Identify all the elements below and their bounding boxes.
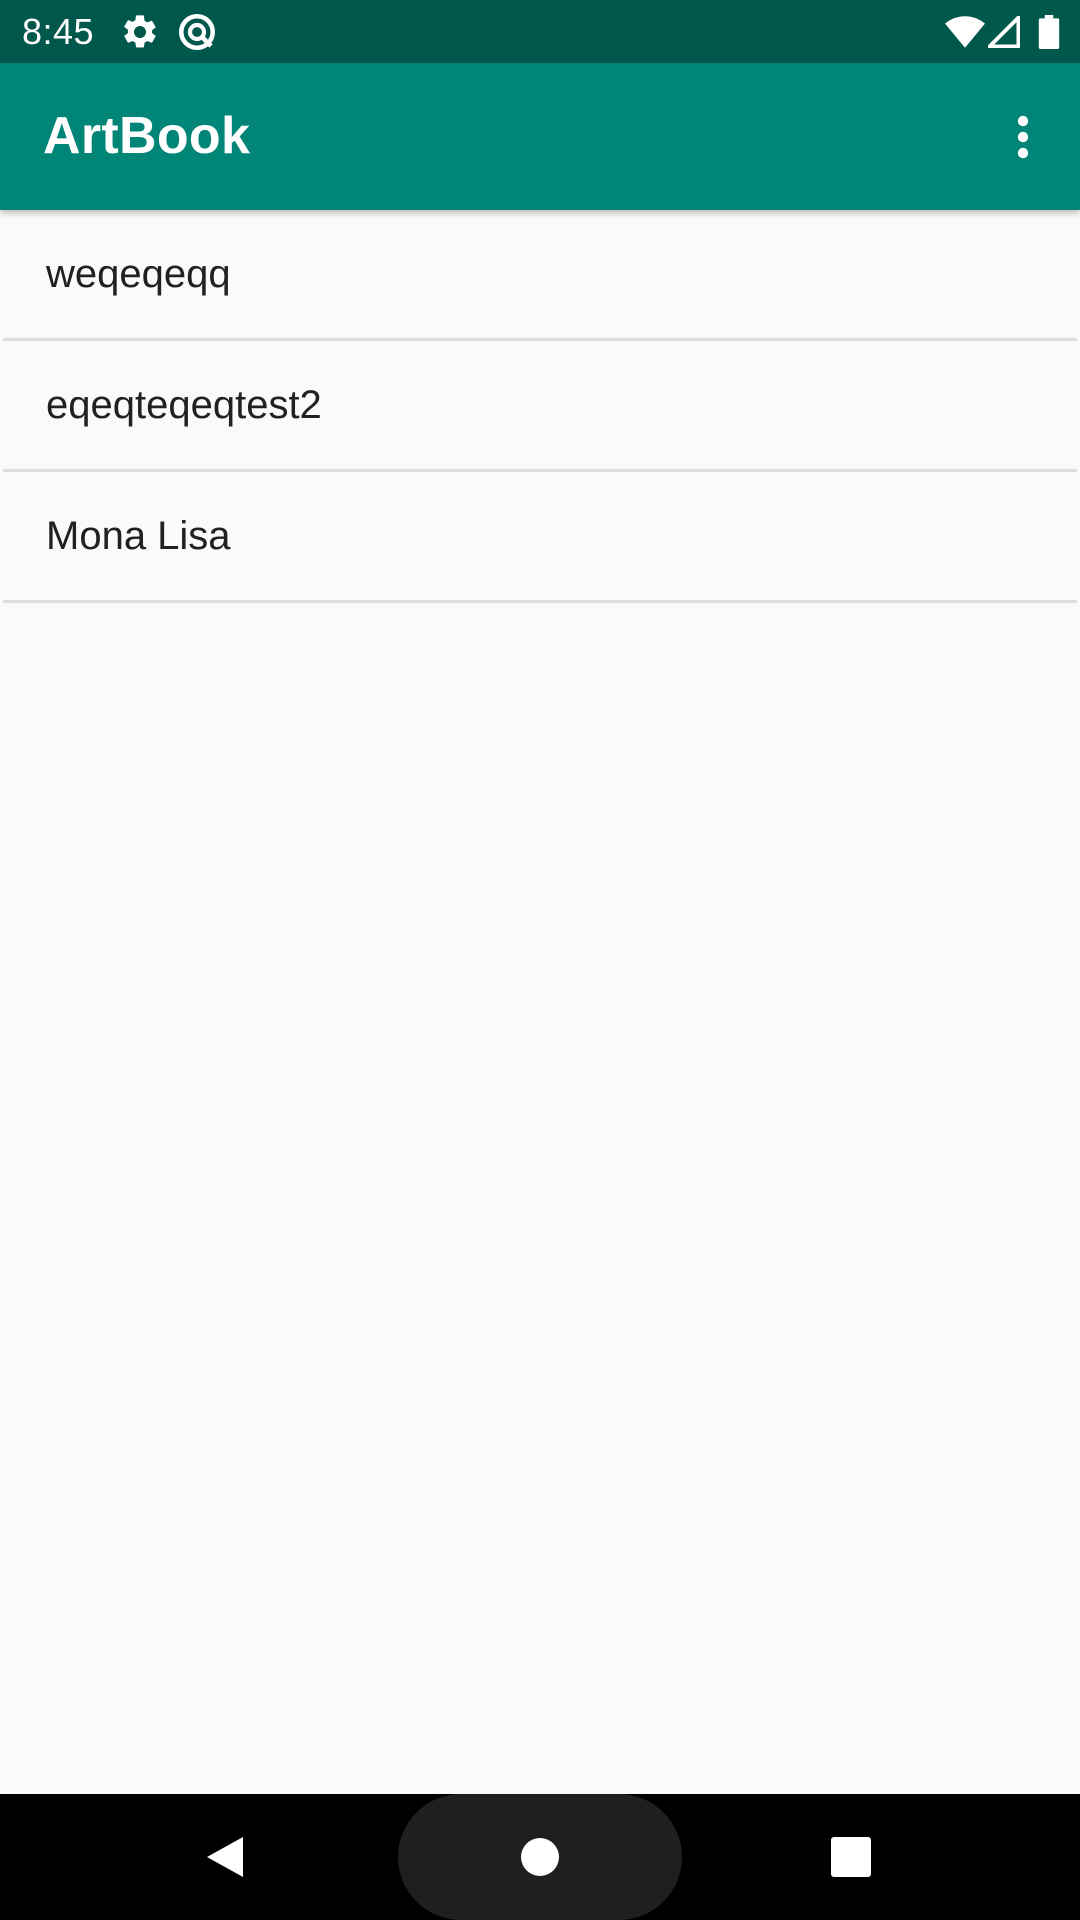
data-saver-icon [176,0,218,63]
art-list: weqeqeqq eqeqteqeqtest2 Mona Lisa [0,210,1080,603]
list-item[interactable]: weqeqeqq [3,210,1077,341]
home-icon[interactable] [495,1794,585,1920]
list-item-label: eqeqteqeqtest2 [46,383,322,427]
recents-icon[interactable] [806,1794,896,1920]
status-bar: 8:45 [0,0,1080,63]
cell-signal-icon [988,0,1020,63]
app-bar: ArtBook [0,63,1080,210]
list-item[interactable]: Mona Lisa [3,472,1077,603]
wifi-icon [944,0,986,63]
settings-icon [120,0,160,63]
navigation-bar [0,1794,1080,1920]
list-item[interactable]: eqeqteqeqtest2 [3,341,1077,472]
back-icon[interactable] [180,1794,270,1920]
list-item-label: Mona Lisa [46,514,231,558]
status-time: 8:45 [22,11,95,52]
list-item-label: weqeqeqq [46,252,231,296]
app-title: ArtBook [43,107,251,165]
more-vert-icon[interactable] [978,92,1068,182]
battery-icon [1038,0,1060,63]
